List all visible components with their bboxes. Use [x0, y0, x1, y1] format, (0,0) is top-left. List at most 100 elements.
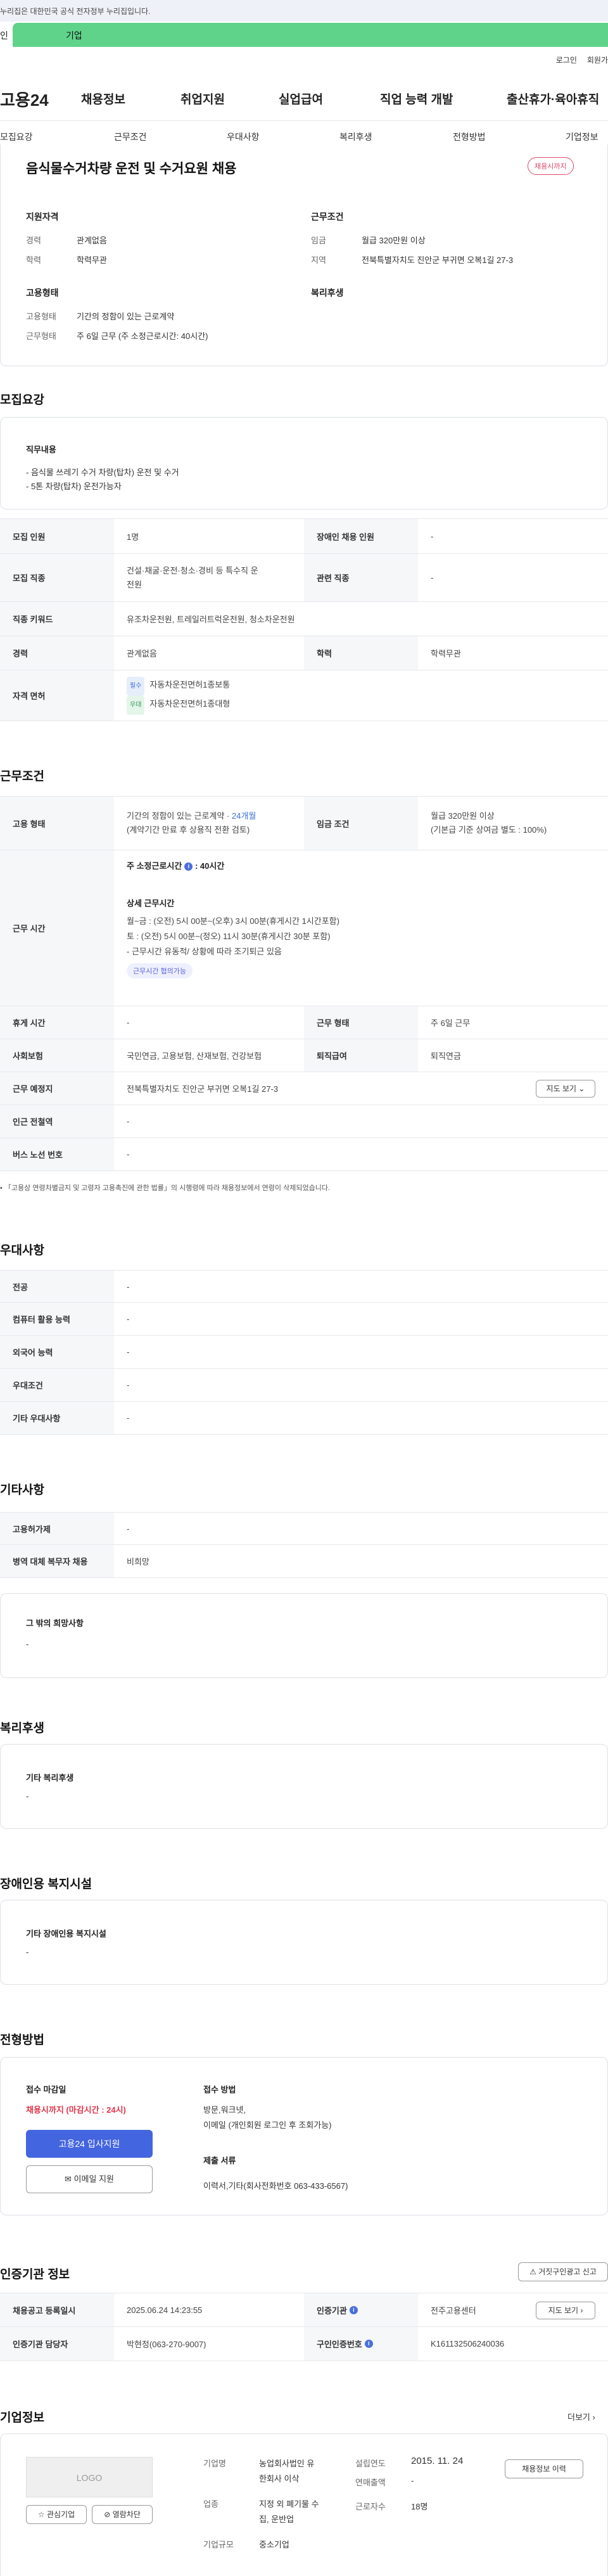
etc-section-title: 기타사항	[0, 1483, 44, 1497]
tab-welfare[interactable]: 복리후생	[339, 131, 372, 143]
preferred-tag: 우대	[127, 695, 145, 715]
other-wish-title: 그 밖의 희망사항	[26, 1618, 84, 1628]
tab-company[interactable]: 기업	[13, 23, 608, 47]
emp-type-label: 고용형태	[26, 312, 56, 321]
company-card: LOGO ☆ 관심기업 ⊘ 열람차단 기업명 농업회사법인 유 한회사 이삭 설…	[0, 2433, 608, 2576]
map-button[interactable]: 지도 보기 ⌄	[536, 1080, 595, 1098]
preference-section-title: 우대사항	[0, 1244, 44, 1257]
disabled-count-value: -	[431, 531, 434, 541]
contract-months: 24개월	[231, 811, 256, 821]
emp-form-prefix: 기간의 정함이 있는 근로계약 ·	[127, 811, 232, 821]
edu-req-label: 학력	[304, 636, 418, 670]
rest-value: -	[127, 1018, 130, 1027]
industry-line-2: 집, 운반업	[259, 2515, 294, 2524]
disabled-facility-box: 기타 장애인용 복지시설 -	[0, 1900, 608, 1985]
table-row: 채용공고 등록일시 2025.06.24 14:23:55 인증기관 i 전주고용…	[0, 2293, 608, 2327]
tab-preference[interactable]: 우대사항	[227, 131, 260, 143]
join-link[interactable]: 회원가	[587, 56, 608, 65]
gov-notice-text: 누리집은 대한민국 공식 전자정부 누리집입니다.	[0, 7, 151, 16]
info-icon[interactable]: i	[364, 2340, 373, 2348]
keyword-value: 유조차운전원, 트레일러트럭운전원, 청소차운전원	[127, 615, 295, 624]
favorite-company-button[interactable]: ☆ 관심기업	[26, 2505, 87, 2524]
hiring-history-button[interactable]: 채용정보 이력	[505, 2459, 583, 2478]
insurance-value: 국민연금, 고용보험, 산재보험, 건강보험	[127, 1051, 262, 1061]
welfare-title: 복리후생	[311, 288, 344, 298]
report-fake-ad-button[interactable]: ⚠ 거짓구인광고 신고	[518, 2262, 608, 2281]
license-list: 필수 자동차운전면허1종보통 우대 자동차운전면허1종대형	[114, 670, 608, 721]
headcount-label: 모집 인원	[0, 519, 114, 553]
other-wish-value: -	[26, 1639, 29, 1649]
welfare-box-value: -	[26, 1791, 29, 1801]
login-link[interactable]: 로그인	[556, 56, 577, 65]
company-more-link[interactable]: 더보기 ›	[567, 2411, 595, 2423]
company-section-title: 기업정보	[0, 2411, 44, 2425]
site-logo[interactable]: 고용24	[0, 87, 49, 111]
duty-line-2: - 5톤 차량(탑차) 운전가능자	[26, 482, 122, 491]
career-req-value: 관계없음	[127, 649, 157, 658]
table-row: 휴게 시간 - 근무 형태 주 6일 근무	[0, 1006, 608, 1039]
agency-section-title: 인증기관 정보	[0, 2268, 70, 2281]
hours-negotiable-tag: 근무시간 협의가능	[127, 963, 193, 978]
docs-title: 제출 서류	[203, 2156, 236, 2165]
table-row: 사회보험 국민연금, 고용보험, 산재보험, 건강보험 퇴직급여 퇴직연금	[0, 1039, 608, 1072]
agency-map-label: 지도 보기	[548, 2306, 579, 2315]
gnb-item-skills-dev[interactable]: 직업 능력 개발	[380, 90, 453, 107]
related-job-label: 관련 직종	[304, 554, 418, 601]
welfare-section-title: 복리후생	[0, 1722, 44, 1735]
cert-no-label: 구인인증번호 i	[304, 2327, 418, 2361]
disabled-facility-box-title: 기타 장애인용 복지시설	[26, 1929, 106, 1938]
company-name-label: 기업명	[203, 2459, 226, 2468]
welfare-box-title: 기타 복리후생	[26, 1773, 74, 1783]
tab-recruit[interactable]: 모집요강	[0, 131, 33, 143]
hire-permit-value: -	[127, 1523, 130, 1534]
career-label: 경력	[26, 236, 41, 245]
manager-label: 인증기관 담당자	[0, 2327, 114, 2361]
career-value: 관계없음	[77, 236, 107, 245]
hire-permit-label: 고용허가제	[0, 1513, 114, 1544]
gnb-item-parental-leave[interactable]: 출산휴가·육아휴직	[507, 90, 599, 107]
tab-work-conditions[interactable]: 근무조건	[114, 131, 147, 143]
license-text: 자동차운전면허1종대형	[149, 698, 231, 708]
bus-label: 버스 노선 번호	[0, 1138, 114, 1170]
block-view-button[interactable]: ⊘ 열람차단	[92, 2505, 153, 2524]
table-row: 인증기관 담당자 박현정(063-270-9007) 구인인증번호 i K1611…	[0, 2327, 608, 2361]
work-type-value: 주 6일 근무	[431, 1018, 471, 1028]
work-hours-value: 주 소정근로시간 i : 40시간 상세 근무시간 월~금 : (오전) 5시 0…	[114, 850, 608, 1006]
method-line-1: 방문,워크넷,	[203, 2105, 246, 2115]
tab-selection[interactable]: 전형방법	[453, 131, 486, 143]
emp-form-value: 기간의 정함이 있는 근로계약 · 24개월 (계약기간 만료 후 상용직 전환…	[114, 797, 304, 850]
tab-personal[interactable]: 인	[0, 23, 13, 47]
job-type-label: 모집 직종	[0, 554, 114, 601]
disabled-count-label: 장애인 채용 인원	[304, 519, 418, 553]
status-badge: 채용시까지	[528, 157, 574, 175]
apply-button[interactable]: 고용24 입사지원	[26, 2130, 153, 2158]
table-row: 근무 예정지 전북특별자치도 진안군 부귀면 오복1길 27-3 지도 보기 ⌄	[0, 1072, 608, 1105]
hours-line-2: 토 : (오전) 5시 00분~(정오) 11시 30분(휴게시간 30분 포함…	[127, 932, 331, 941]
agency-label-text: 인증기관	[317, 2305, 347, 2316]
disabled-facility-box-value: -	[26, 1947, 29, 1957]
gnb-item-employment-support[interactable]: 취업지원	[180, 90, 225, 107]
gnb-item-jobs[interactable]: 채용정보	[81, 90, 125, 107]
email-apply-button[interactable]: ✉ 이메일 지원	[26, 2165, 153, 2193]
gnb-item-unemployment-benefit[interactable]: 실업급여	[279, 90, 323, 107]
employment-title: 고용형태	[26, 288, 59, 298]
utility-links: 로그인 회원가	[546, 54, 608, 65]
block-icon: ⊘	[104, 2510, 111, 2519]
edu-value: 학력무관	[77, 255, 107, 265]
edu-req-value: 학력무관	[431, 649, 461, 658]
agency-map-button[interactable]: 지도 보기 ›	[536, 2302, 595, 2319]
wage-cond-label: 임금 조건	[304, 797, 418, 850]
manager-value: 박현정(063-270-9007)	[127, 2340, 206, 2349]
sales-label: 연매출액	[355, 2478, 386, 2487]
member-type-tabs: 인 기업	[0, 23, 608, 47]
tab-company-info[interactable]: 기업정보	[566, 131, 598, 143]
chevron-right-icon: ›	[592, 2413, 595, 2422]
pref-language-label: 외국어 능력	[0, 1336, 114, 1368]
method-title: 접수 방법	[203, 2085, 236, 2094]
company-name-line-2: 한회사 이삭	[259, 2474, 300, 2483]
table-row: 외국어 능력 -	[0, 1336, 608, 1369]
retire-value: 퇴직연금	[431, 1051, 461, 1061]
info-icon[interactable]: i	[349, 2305, 358, 2314]
info-icon[interactable]: i	[184, 862, 193, 871]
star-icon: ☆	[37, 2510, 45, 2519]
